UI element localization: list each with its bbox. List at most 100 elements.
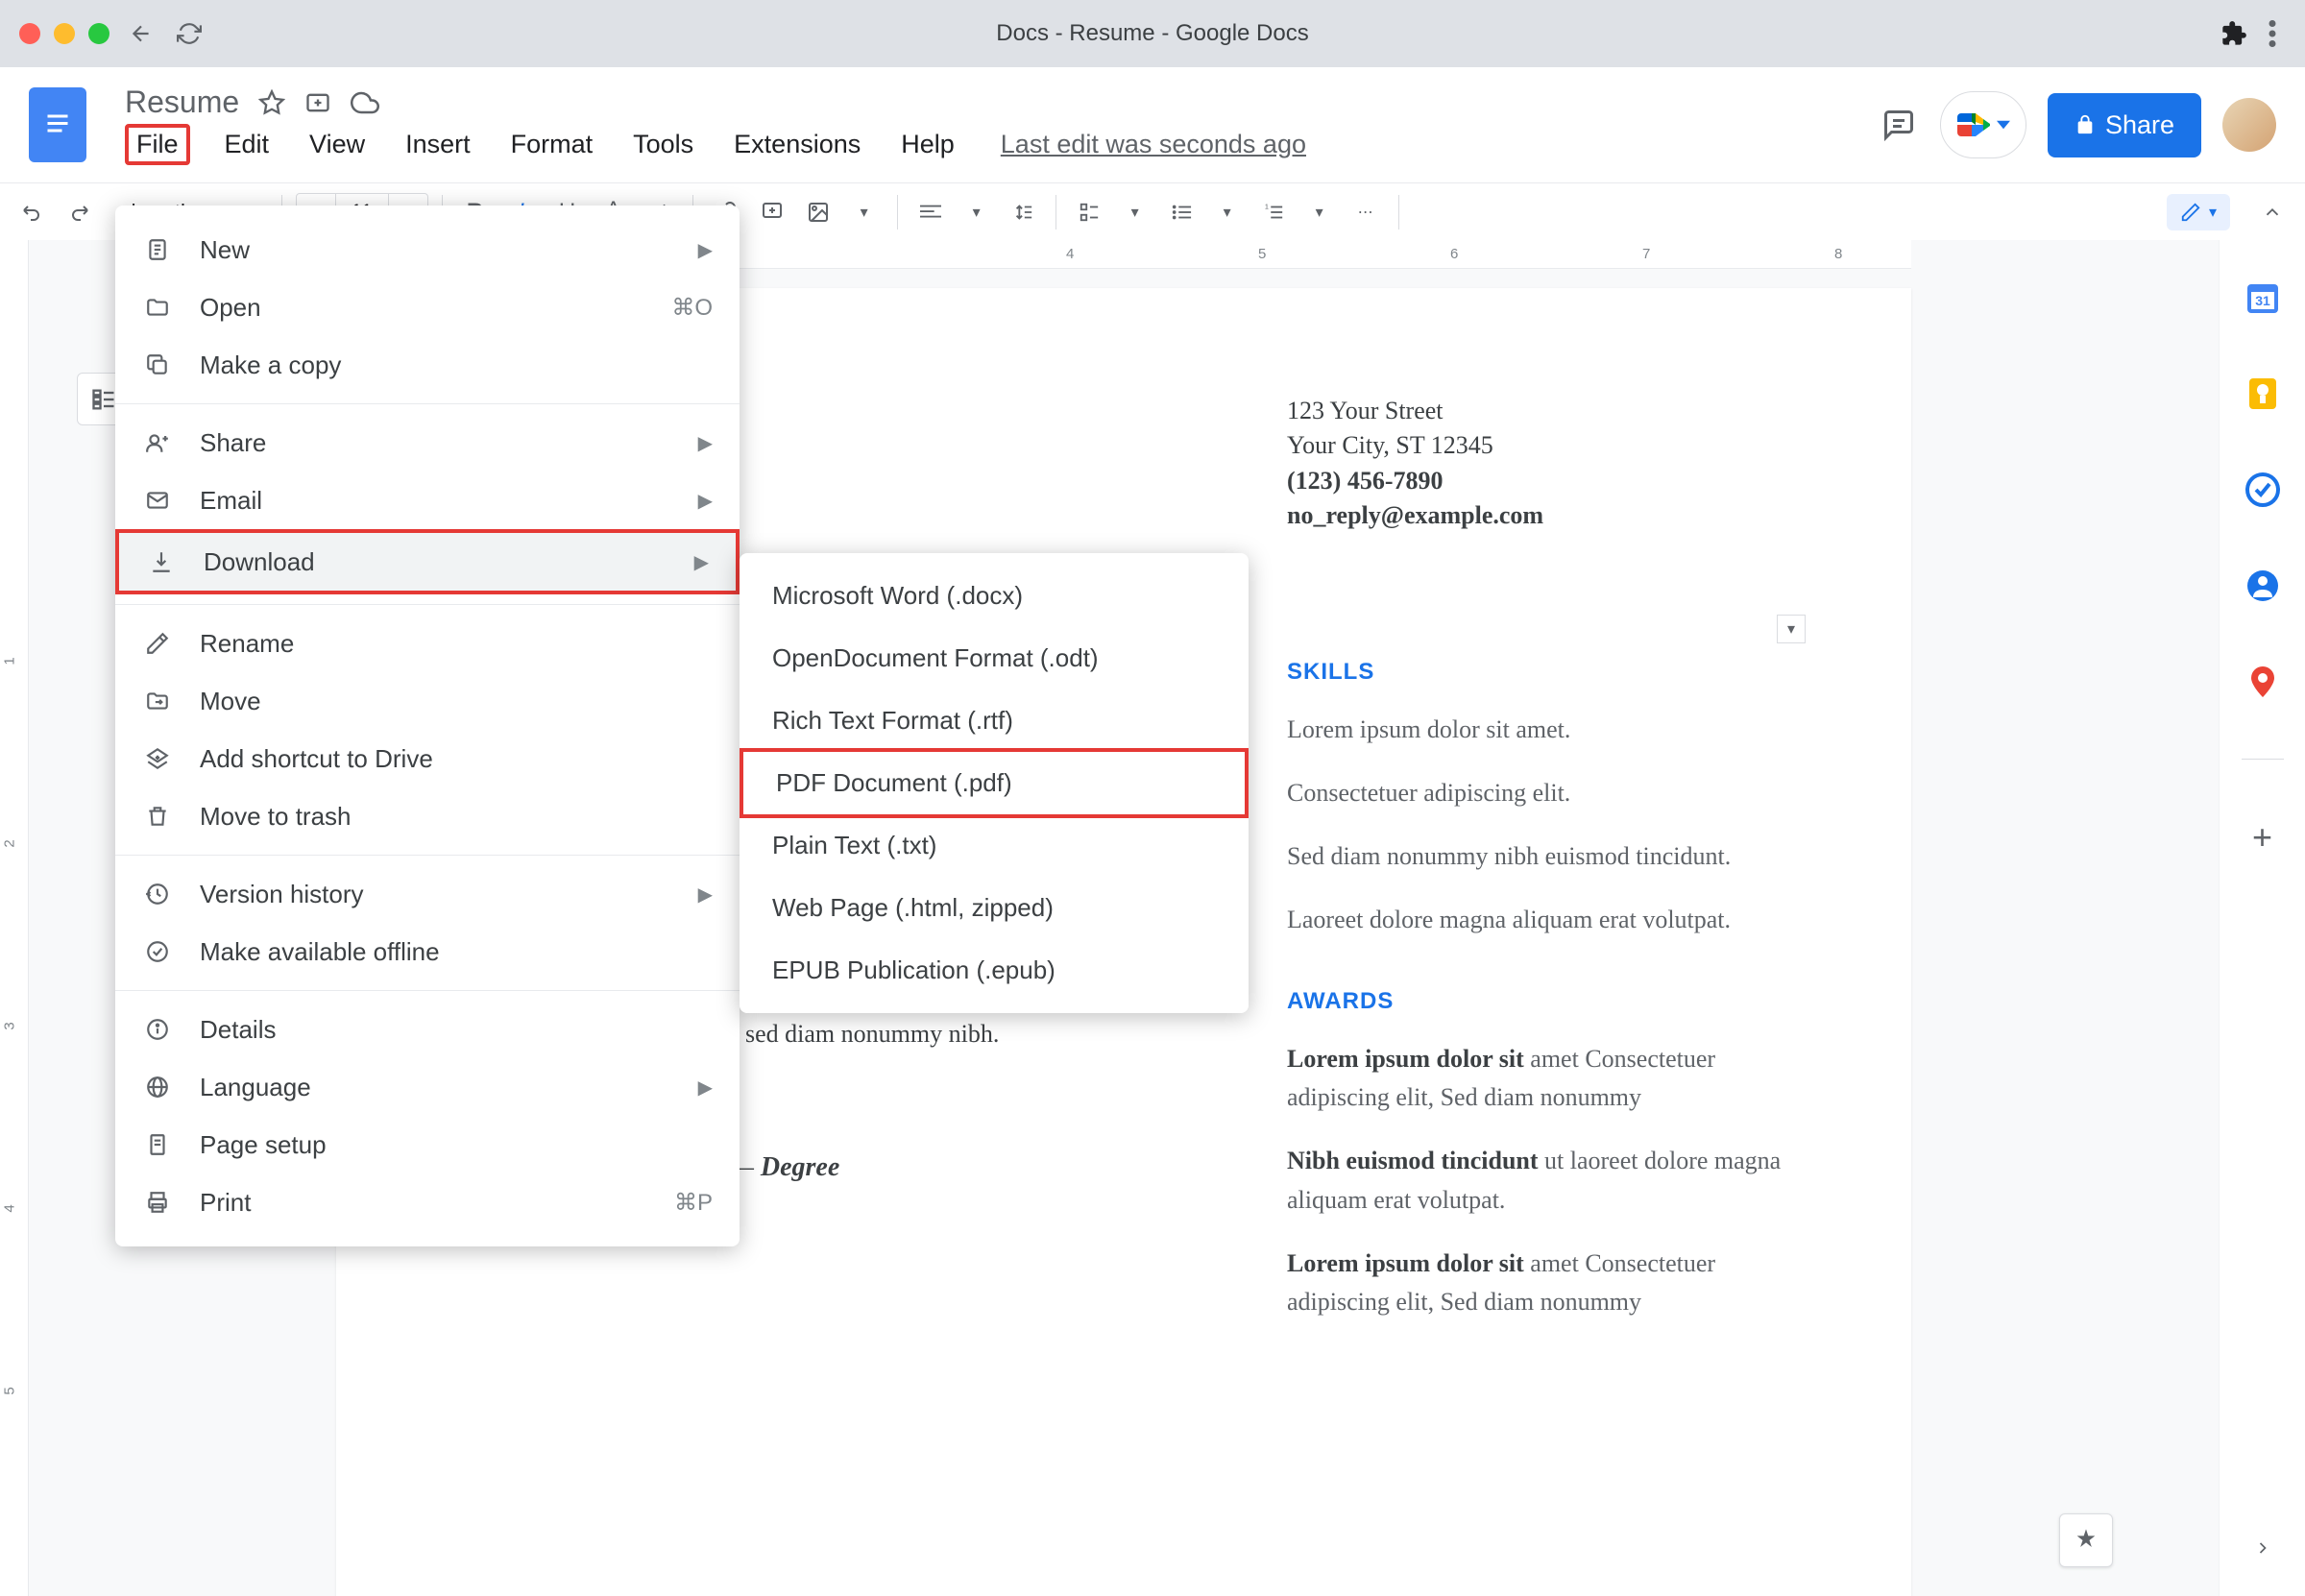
side-panel: 31 + bbox=[2219, 240, 2305, 1596]
bullet-list-button[interactable] bbox=[1162, 193, 1201, 231]
submenu-arrow-icon: ▶ bbox=[698, 238, 713, 262]
file-menu-email[interactable]: Email▶ bbox=[115, 472, 740, 529]
menu-format[interactable]: Format bbox=[505, 126, 599, 163]
image-dropdown-icon[interactable]: ▾ bbox=[845, 193, 884, 231]
menu-item-label: Language bbox=[200, 1073, 311, 1102]
menu-extensions[interactable]: Extensions bbox=[728, 126, 866, 163]
comment-button[interactable] bbox=[753, 193, 791, 231]
meet-button[interactable] bbox=[1940, 91, 2026, 158]
more-button[interactable]: ⋯ bbox=[1347, 193, 1385, 231]
download-option-pdf[interactable]: PDF Document (.pdf) bbox=[740, 748, 1249, 818]
document-title[interactable]: Resume bbox=[125, 85, 239, 120]
line-spacing-button[interactable] bbox=[1004, 193, 1042, 231]
move-icon bbox=[142, 686, 173, 716]
download-option-web[interactable]: Web Page (.html, zipped) bbox=[740, 877, 1249, 939]
tasks-icon[interactable] bbox=[2244, 471, 2282, 509]
maps-icon[interactable] bbox=[2244, 663, 2282, 701]
file-menu-dropdown: New▶Open⌘OMake a copyShare▶Email▶Downloa… bbox=[115, 206, 740, 1246]
menu-view[interactable]: View bbox=[303, 126, 371, 163]
file-menu-details[interactable]: Details bbox=[115, 1001, 740, 1058]
bullet-dropdown-icon[interactable]: ▾ bbox=[1208, 193, 1247, 231]
contacts-icon[interactable] bbox=[2244, 567, 2282, 605]
share-label: Share bbox=[2105, 110, 2174, 140]
download-option-plain[interactable]: Plain Text (.txt) bbox=[740, 814, 1249, 877]
trash-icon bbox=[142, 801, 173, 832]
download-option-epub[interactable]: EPUB Publication (.epub) bbox=[740, 939, 1249, 1002]
browser-menu-button[interactable] bbox=[2259, 17, 2286, 50]
star-icon[interactable] bbox=[258, 89, 285, 116]
file-menu-rename[interactable]: Rename bbox=[115, 615, 740, 672]
menu-file[interactable]: File bbox=[125, 124, 190, 165]
comments-button[interactable] bbox=[1879, 105, 1919, 145]
svg-text:1: 1 bbox=[1264, 202, 1268, 210]
align-button[interactable] bbox=[911, 193, 950, 231]
vertical-ruler: 1 2 3 4 5 bbox=[0, 240, 29, 1596]
file-menu-add-shortcut-to-drive[interactable]: Add shortcut to Drive bbox=[115, 730, 740, 787]
file-menu-language[interactable]: Language ▶ bbox=[115, 1058, 740, 1116]
file-menu-share[interactable]: Share▶ bbox=[115, 414, 740, 472]
align-dropdown-icon[interactable]: ▾ bbox=[958, 193, 996, 231]
skill-item: Lorem ipsum dolor sit amet. bbox=[1287, 711, 1786, 749]
info-icon bbox=[142, 1014, 173, 1045]
last-edit-link[interactable]: Last edit was seconds ago bbox=[1001, 130, 1306, 159]
numbered-dropdown-icon[interactable]: ▾ bbox=[1300, 193, 1339, 231]
hide-menus-button[interactable] bbox=[2253, 193, 2292, 231]
download-option-microsoft[interactable]: Microsoft Word (.docx) bbox=[740, 565, 1249, 627]
add-on-button[interactable]: + bbox=[2252, 817, 2272, 858]
skill-item: Sed diam nonummy nibh euismod tincidunt. bbox=[1287, 837, 1786, 876]
menu-help[interactable]: Help bbox=[895, 126, 960, 163]
menu-tools[interactable]: Tools bbox=[627, 126, 699, 163]
menu-insert[interactable]: Insert bbox=[400, 126, 476, 163]
menu-item-label: Move bbox=[200, 687, 261, 716]
window-minimize-button[interactable] bbox=[54, 23, 75, 44]
docs-logo-icon[interactable] bbox=[29, 87, 86, 162]
section-heading-skills: SKILLS bbox=[1287, 659, 1786, 686]
menu-bar: File Edit View Insert Format Tools Exten… bbox=[125, 124, 1879, 165]
menu-item-label: Open bbox=[200, 293, 261, 323]
menu-item-label: Rename bbox=[200, 629, 294, 659]
cloud-status-icon[interactable] bbox=[351, 88, 379, 117]
extensions-icon[interactable] bbox=[2219, 18, 2249, 49]
file-menu-make-available-offline[interactable]: Make available offline bbox=[115, 923, 740, 980]
file-menu-page-setup[interactable]: Page setup bbox=[115, 1116, 740, 1173]
browser-back-button[interactable] bbox=[125, 17, 158, 50]
skill-item: Consectetuer adipiscing elit. bbox=[1287, 774, 1786, 812]
file-menu-new[interactable]: New▶ bbox=[115, 221, 740, 278]
explore-button[interactable] bbox=[2059, 1513, 2113, 1567]
redo-button[interactable] bbox=[60, 193, 98, 231]
numbered-list-button[interactable]: 1 bbox=[1254, 193, 1293, 231]
submenu-arrow-icon: ▶ bbox=[698, 1076, 713, 1100]
menu-item-label: Add shortcut to Drive bbox=[200, 744, 433, 774]
keep-icon[interactable] bbox=[2244, 375, 2282, 413]
download-option-opendocument[interactable]: OpenDocument Format (.odt) bbox=[740, 627, 1249, 689]
editing-mode-button[interactable]: ▾ bbox=[2167, 194, 2230, 230]
file-menu-version-history[interactable]: Version history▶ bbox=[115, 865, 740, 923]
checklist-button[interactable] bbox=[1070, 193, 1108, 231]
submenu-arrow-icon: ▶ bbox=[698, 431, 713, 455]
file-menu-print[interactable]: Print⌘P bbox=[115, 1173, 740, 1231]
submenu-arrow-icon: ▶ bbox=[694, 550, 709, 574]
window-maximize-button[interactable] bbox=[88, 23, 109, 44]
menu-edit[interactable]: Edit bbox=[219, 126, 276, 163]
award-item: Nibh euismod tincidunt ut laoreet dolore… bbox=[1287, 1142, 1786, 1220]
share-button[interactable]: Share bbox=[2048, 93, 2201, 157]
image-button[interactable] bbox=[799, 193, 837, 231]
window-close-button[interactable] bbox=[19, 23, 40, 44]
expand-section-icon[interactable]: ▾ bbox=[1777, 615, 1806, 643]
user-avatar[interactable] bbox=[2222, 98, 2276, 152]
doc-icon bbox=[142, 234, 173, 265]
page-icon bbox=[142, 1129, 173, 1160]
menu-item-label: Download bbox=[204, 547, 315, 577]
download-option-rich[interactable]: Rich Text Format (.rtf) bbox=[740, 689, 1249, 752]
move-icon[interactable] bbox=[304, 89, 331, 116]
calendar-icon[interactable]: 31 bbox=[2244, 278, 2282, 317]
file-menu-download[interactable]: Download ▶ bbox=[115, 529, 740, 594]
undo-button[interactable] bbox=[13, 193, 52, 231]
checklist-dropdown-icon[interactable]: ▾ bbox=[1116, 193, 1154, 231]
browser-reload-button[interactable] bbox=[173, 17, 206, 50]
file-menu-move-to-trash[interactable]: Move to trash bbox=[115, 787, 740, 845]
file-menu-open[interactable]: Open⌘O bbox=[115, 278, 740, 336]
file-menu-make-a-copy[interactable]: Make a copy bbox=[115, 336, 740, 394]
collapse-side-panel-button[interactable] bbox=[2253, 1538, 2272, 1558]
file-menu-move[interactable]: Move bbox=[115, 672, 740, 730]
